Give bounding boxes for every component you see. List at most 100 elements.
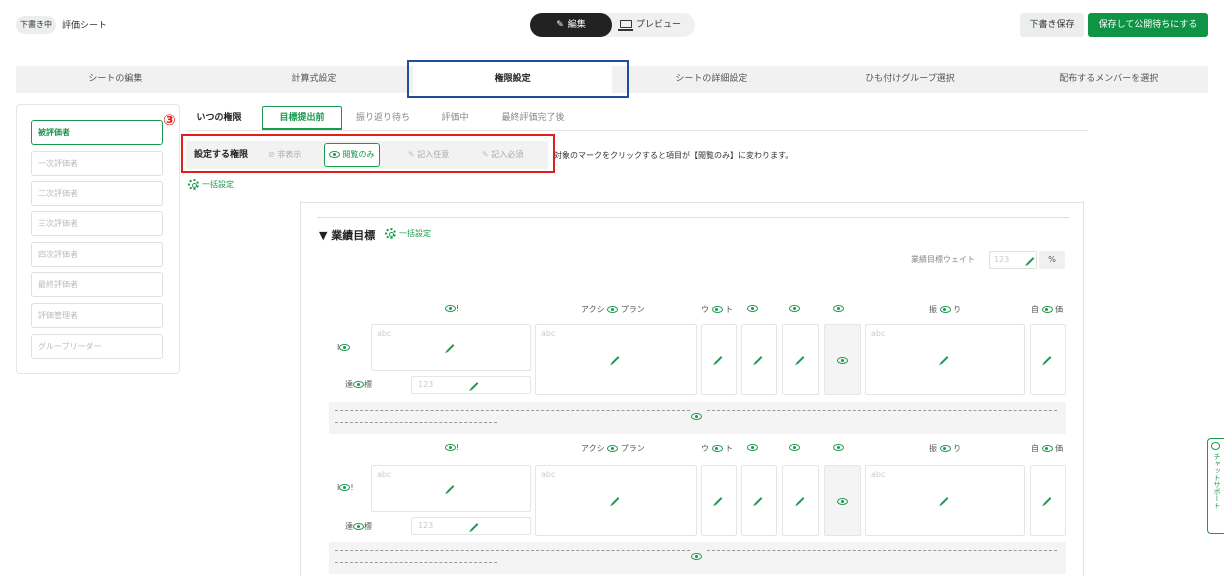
placeholder: abc <box>541 329 556 338</box>
step-formula[interactable]: 計算式設定 <box>215 66 414 93</box>
placeholder: 123 <box>418 521 434 530</box>
step-group-link[interactable]: ひも付けグループ選択 <box>811 66 1010 93</box>
review-field[interactable]: abc <box>865 465 1025 536</box>
placeholder: abc <box>871 329 886 338</box>
tab-before-goal-submit[interactable]: 目標提出前 <box>262 106 342 130</box>
eye-icon[interactable] <box>747 444 758 451</box>
save-publish-button[interactable]: 保存して公開待ちにする <box>1088 13 1208 37</box>
bulk-setting-link[interactable]: 一括設定 <box>188 179 234 190</box>
step-detail-settings[interactable]: シートの詳細設定 <box>612 66 811 93</box>
eye-icon[interactable] <box>833 305 844 312</box>
pencil-icon <box>611 355 620 364</box>
column-self-suffix: 価 <box>1055 305 1064 314</box>
progress-input[interactable]: 123 <box>411 376 531 394</box>
step-sheet-edit[interactable]: シートの編集 <box>16 66 215 93</box>
eye-icon[interactable] <box>691 413 702 420</box>
gear-icon <box>188 179 199 190</box>
role-item-final-evaluator[interactable]: 最終評価者 <box>31 272 163 297</box>
pencil-icon <box>446 484 455 493</box>
eye-icon[interactable] <box>339 484 351 491</box>
eye-icon[interactable] <box>833 444 844 451</box>
role-item-evaluatee[interactable]: 被評価者 <box>31 120 163 145</box>
chat-support-button[interactable]: チャットサポート <box>1207 438 1224 534</box>
field-6[interactable] <box>782 324 819 395</box>
column-5 <box>747 443 758 452</box>
comment-bar[interactable] <box>329 542 1066 574</box>
action-plan-field[interactable]: abc <box>535 465 697 536</box>
target-text-field[interactable]: abc <box>371 465 531 512</box>
edit-mode-button[interactable]: ✎ 編集 <box>530 13 612 37</box>
role-item-first-evaluator[interactable]: 一次評価者 <box>31 151 163 176</box>
role-item-evaluation-manager[interactable]: 評価管理者 <box>31 303 163 328</box>
card-divider <box>317 217 1069 218</box>
tab-evaluating[interactable]: 評価中 <box>424 106 486 130</box>
field-7[interactable] <box>824 465 861 536</box>
laptop-icon <box>618 20 633 31</box>
eye-icon[interactable] <box>339 344 351 351</box>
eye-icon[interactable] <box>711 445 723 452</box>
eye-icon[interactable] <box>1041 306 1053 313</box>
column-6 <box>789 304 800 313</box>
column-review-suffix: り <box>953 444 962 453</box>
column-self-prefix: 自 <box>1031 444 1039 453</box>
permission-note: 対象のマークをクリックすると項目が【閲覧のみ】に変わります。 <box>554 151 794 160</box>
section-bulk-setting[interactable]: 一括設定 <box>385 228 431 239</box>
column-self-suffix: 価 <box>1055 444 1064 453</box>
field-5[interactable] <box>741 465 777 536</box>
step-distribute-members[interactable]: 配布するメンバーを選択 <box>1009 66 1208 93</box>
weight-input[interactable]: 123 <box>989 251 1037 269</box>
eye-icon[interactable] <box>691 553 702 560</box>
column-action-prefix: アクシ <box>581 305 605 314</box>
column-action-suffix: プラン <box>620 305 645 314</box>
pencil-icon <box>1043 496 1052 505</box>
column-action-plan: アクシ プラン <box>581 304 645 315</box>
role-item-second-evaluator[interactable]: 二次評価者 <box>31 181 163 206</box>
save-draft-button[interactable]: 下書き保存 <box>1020 13 1084 37</box>
eye-icon[interactable] <box>353 523 364 530</box>
eye-icon[interactable] <box>607 306 619 313</box>
role-item-group-leader[interactable]: グループリーダー <box>31 334 163 359</box>
eye-icon[interactable] <box>607 445 619 452</box>
column-target-suffix: ! <box>456 443 460 452</box>
review-field[interactable]: abc <box>865 324 1025 395</box>
section-title[interactable]: ▼ 業績目標 <box>319 227 375 243</box>
preview-mode-button[interactable]: プレビュー <box>618 13 695 37</box>
eye-icon[interactable] <box>747 305 758 312</box>
self-eval-field[interactable] <box>1030 465 1066 536</box>
eye-icon[interactable] <box>939 445 951 452</box>
tab-final-complete[interactable]: 最終評価完了後 <box>488 106 578 130</box>
eye-icon[interactable] <box>939 306 951 313</box>
placeholder: abc <box>377 329 392 338</box>
eye-icon[interactable] <box>1041 445 1053 452</box>
progress-input[interactable]: 123 <box>411 517 531 535</box>
pencil-icon <box>714 355 723 364</box>
weight-field[interactable] <box>701 324 737 395</box>
pencil-icon <box>446 343 455 352</box>
field-7[interactable] <box>824 324 861 395</box>
comment-bar[interactable] <box>329 402 1066 434</box>
role-item-third-evaluator[interactable]: 三次評価者 <box>31 211 163 236</box>
field-5[interactable] <box>741 324 777 395</box>
field-6[interactable] <box>782 465 819 536</box>
weight-field[interactable] <box>701 465 737 536</box>
dashed-line <box>335 422 497 423</box>
column-7 <box>833 304 844 313</box>
eye-icon[interactable] <box>445 444 456 451</box>
tab-awaiting-review[interactable]: 振り返り待ち <box>344 106 422 130</box>
column-weight-prefix: ウ <box>701 305 709 314</box>
eye-icon[interactable] <box>445 305 456 312</box>
eye-icon[interactable] <box>789 305 800 312</box>
annotation-highlight-step <box>407 60 629 98</box>
action-plan-field[interactable]: abc <box>535 324 697 395</box>
role-item-fourth-evaluator[interactable]: 四次評価者 <box>31 242 163 267</box>
pencil-icon <box>1026 257 1035 265</box>
dashed-line <box>335 550 690 551</box>
eye-icon[interactable] <box>711 306 723 313</box>
target-text-field[interactable]: abc <box>371 324 531 371</box>
self-eval-field[interactable] <box>1030 324 1066 395</box>
placeholder: 123 <box>418 380 434 389</box>
pencil-icon <box>1043 355 1052 364</box>
eye-icon[interactable] <box>353 381 364 388</box>
eye-icon <box>837 357 848 364</box>
eye-icon[interactable] <box>789 444 800 451</box>
